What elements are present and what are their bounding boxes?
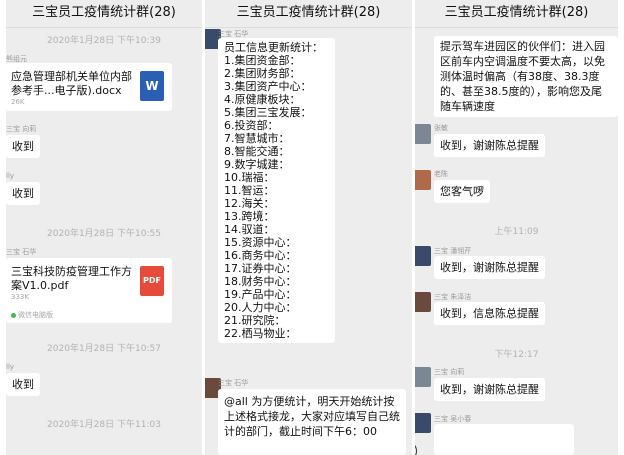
message-sender: 三宝 石华 bbox=[6, 248, 37, 256]
file-name: 三宝科技防疫管理工作方案V1.0.pdf bbox=[11, 265, 132, 292]
message-bubble: 收到 bbox=[6, 135, 40, 158]
source-dot-icon bbox=[11, 312, 16, 318]
message-sender: 三宝 吴小春 bbox=[434, 415, 472, 423]
chat-title: 三宝员工疫情统计群(28) bbox=[205, 0, 412, 28]
list-item: 7.智慧城市： bbox=[224, 132, 290, 145]
file-size: 333K bbox=[11, 293, 29, 301]
avatar[interactable] bbox=[415, 413, 431, 433]
list-item: 9.数字城建： bbox=[224, 158, 290, 171]
list-item: 21.研究院： bbox=[224, 314, 286, 327]
list-item: 1.集团资金部： bbox=[224, 54, 301, 67]
message-bubble: 提示驾车进园区的伙伴们：进入园区前车内空调温度不要太高，以免测体温时偏高（有38… bbox=[434, 36, 618, 117]
screenshot-collage: 三宝员工疫情统计群(28) 2020年1月28日 下午10:39 熊组元 应急管… bbox=[0, 0, 624, 455]
emoji-icon[interactable] bbox=[415, 441, 417, 455]
list-item: 13.跨境： bbox=[224, 210, 275, 223]
timestamp: 2020年1月28日 下午10:55 bbox=[47, 229, 161, 239]
list-item: 18.财务中心： bbox=[224, 275, 297, 288]
message-bubble-list: 员工信息更新统计： 1.集团资金部： 2.集团财务部： 3.集团资产中心： 4.原健康… bbox=[218, 38, 335, 343]
file-size: 26K bbox=[11, 98, 25, 106]
list-item: 17.证券中心： bbox=[224, 262, 297, 275]
chat-panel-middle: 三宝员工疫情统计群(28) 三宝 石华 员工信息更新统计： 1.集团资金部： 2.… bbox=[205, 0, 412, 455]
message-bubble bbox=[434, 424, 574, 455]
list-item: 3.集团资产中心： bbox=[224, 80, 312, 93]
file-name: 应急管理部机关单位内部参考手...电子版).docx bbox=[11, 70, 132, 97]
avatar[interactable] bbox=[415, 124, 431, 144]
file-source: 微信电脑版 bbox=[11, 310, 53, 320]
message-bubble: @all 为方便统计，明天开始统计按上述格式接龙，大家对应填写自己统计的部门，截… bbox=[218, 389, 406, 455]
message-bubble: 收到，谢谢陈总提醒 bbox=[434, 134, 545, 157]
message-sender: 三宝 向莉 bbox=[6, 125, 37, 133]
message-sender: 三宝 潘翎芹 bbox=[434, 247, 472, 255]
list-item: 6.投资部： bbox=[224, 119, 279, 132]
message-bubble: 收到 bbox=[6, 182, 40, 205]
department-list: 1.集团资金部： 2.集团财务部： 3.集团资产中心： 4.原健康板块： 5.集团三宝发… bbox=[224, 54, 329, 340]
list-item: 8.智能交通： bbox=[224, 145, 290, 158]
message-bubble: 收到，谢谢陈总提醒 bbox=[434, 378, 545, 401]
list-item: 12.海关： bbox=[224, 197, 275, 210]
message-sender: lly bbox=[6, 172, 15, 180]
list-item: 11.智运： bbox=[224, 184, 275, 197]
list-item: 20.人力中心： bbox=[224, 301, 297, 314]
chat-title: 三宝员工疫情统计群(28) bbox=[415, 0, 618, 28]
list-heading: 员工信息更新统计： bbox=[224, 41, 323, 54]
message-sender: 老陈 bbox=[434, 170, 448, 178]
list-item: 15.资源中心： bbox=[224, 236, 297, 249]
list-item: 19.产品中心： bbox=[224, 288, 297, 301]
message-sender: 三宝 石华 bbox=[218, 379, 249, 387]
list-item: 22.栖马物业： bbox=[224, 327, 297, 340]
list-item: 5.集团三宝发展： bbox=[224, 106, 312, 119]
timestamp: 2020年1月28日 下午10:57 bbox=[47, 344, 161, 354]
message-sender: 张敏 bbox=[434, 124, 448, 132]
chat-panel-right: 三宝员工疫情统计群(28) 提示驾车进园区的伙伴们：进入园区前车内空调温度不要太… bbox=[415, 0, 618, 455]
message-bubble: 您客气啰 bbox=[434, 180, 490, 203]
avatar[interactable] bbox=[415, 367, 431, 387]
message-bubble: 收到，信息陈总提醒 bbox=[434, 302, 545, 325]
message-sender: lly bbox=[6, 363, 15, 371]
chat-title: 三宝员工疫情统计群(28) bbox=[6, 0, 202, 28]
chat-panel-left: 三宝员工疫情统计群(28) 2020年1月28日 下午10:39 熊组元 应急管… bbox=[6, 0, 202, 455]
timestamp: 下午12:17 bbox=[494, 350, 539, 360]
avatar[interactable] bbox=[415, 246, 431, 266]
message-sender: 三宝 朱泽洁 bbox=[434, 293, 472, 301]
file-message-docx[interactable]: 应急管理部机关单位内部参考手...电子版).docx 26K W bbox=[6, 63, 172, 111]
message-sender: 三宝 向莉 bbox=[434, 368, 465, 376]
list-item: 2.集团财务部： bbox=[224, 67, 301, 80]
file-message-pdf[interactable]: 三宝科技防疫管理工作方案V1.0.pdf 333K PDF 微信电脑版 bbox=[6, 258, 172, 323]
message-bubble: 收到 bbox=[6, 373, 40, 396]
message-bubble: 收到，谢谢陈总提醒 bbox=[434, 256, 545, 279]
list-item: 4.原健康板块： bbox=[224, 93, 301, 106]
timestamp: 2020年1月28日 下午10:39 bbox=[47, 36, 161, 46]
word-file-icon: W bbox=[140, 71, 164, 101]
timestamp: 上午11:09 bbox=[494, 227, 539, 237]
list-item: 14.驭道： bbox=[224, 223, 275, 236]
avatar[interactable] bbox=[415, 292, 431, 312]
timestamp: 2020年1月28日 下午11:03 bbox=[47, 420, 161, 430]
avatar[interactable] bbox=[415, 170, 431, 190]
list-item: 10.瑞福： bbox=[224, 171, 275, 184]
list-item: 16.商务中心： bbox=[224, 249, 297, 262]
pdf-file-icon: PDF bbox=[140, 266, 164, 296]
